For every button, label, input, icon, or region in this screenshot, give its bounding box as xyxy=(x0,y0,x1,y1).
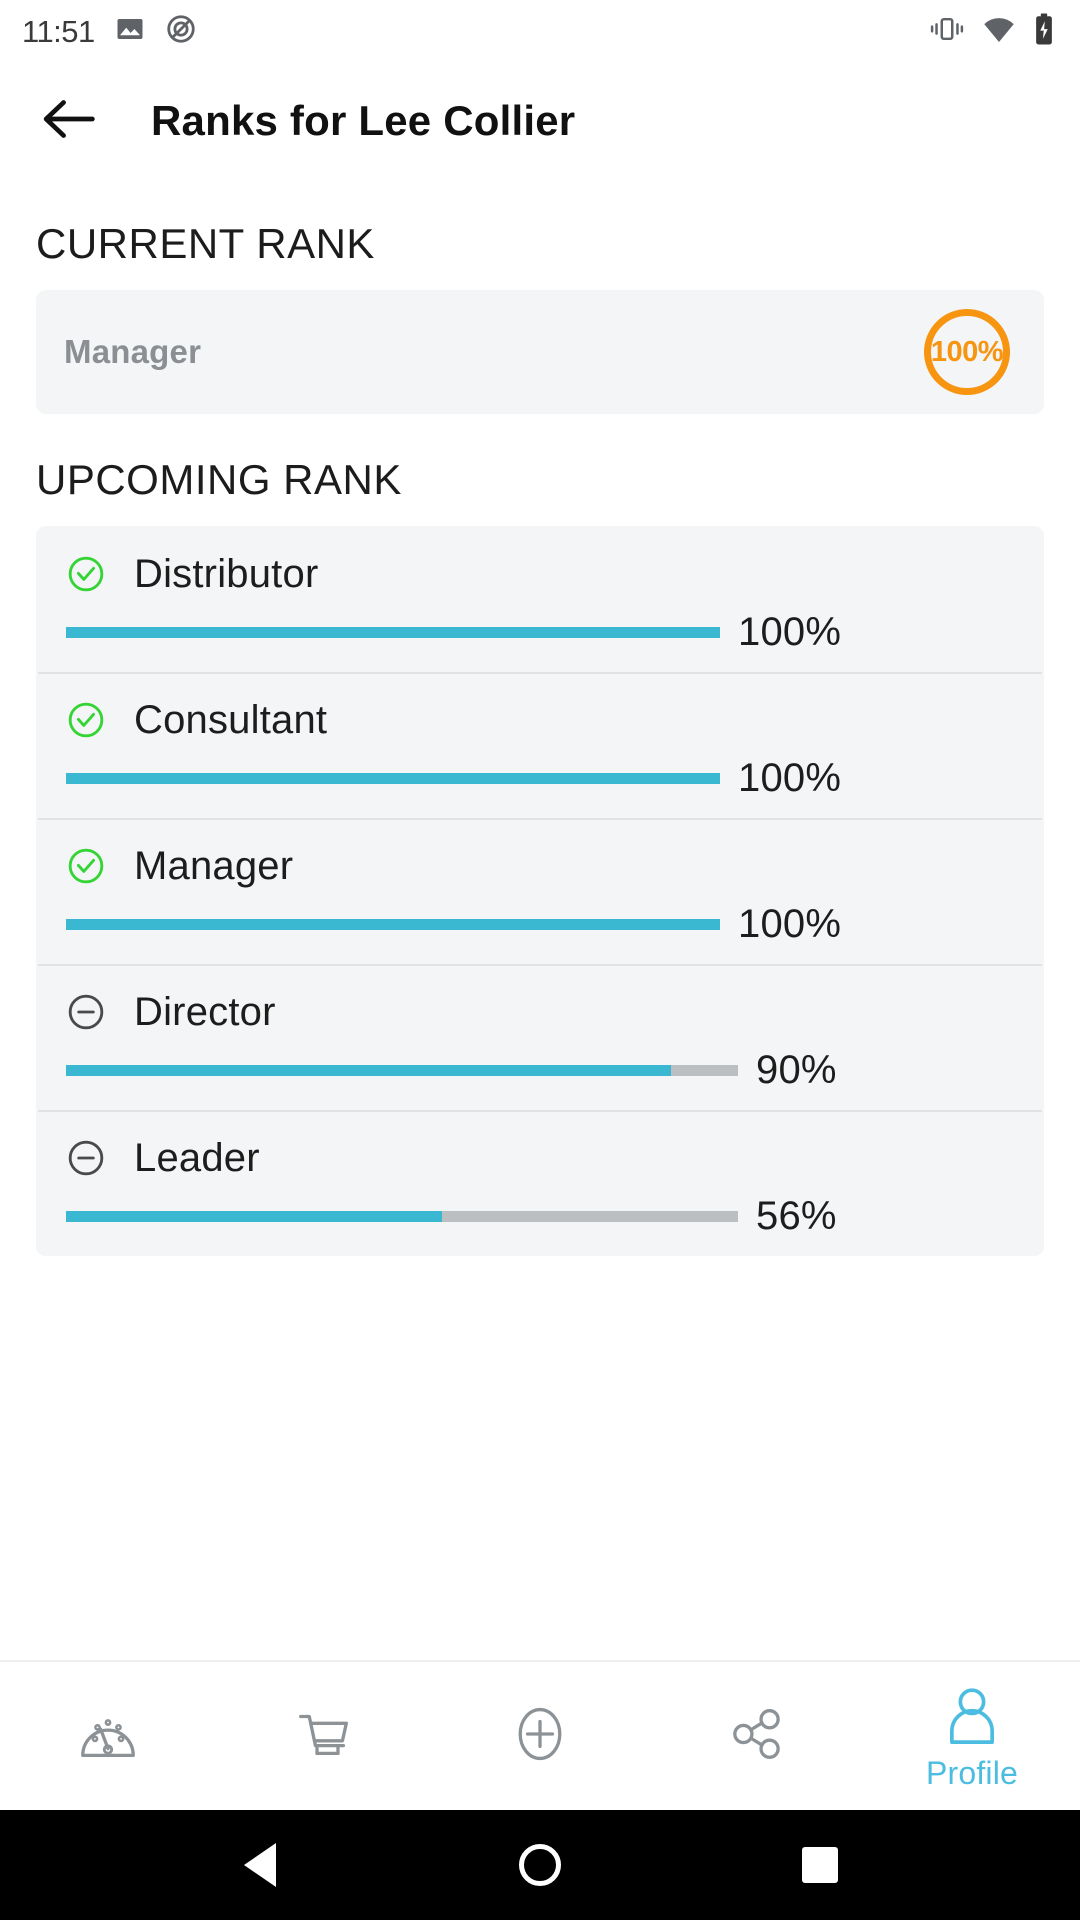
back-triangle-icon xyxy=(244,1843,276,1887)
current-rank-card[interactable]: Manager 100% xyxy=(36,290,1044,414)
progress-fill xyxy=(66,1064,671,1076)
back-button[interactable] xyxy=(38,90,100,152)
rank-row[interactable]: Consultant 100% xyxy=(38,672,1042,818)
current-rank-name: Manager xyxy=(64,333,202,370)
check-circle-icon xyxy=(66,700,106,740)
rank-row[interactable]: Director 90% xyxy=(38,964,1042,1110)
status-bar-left: 11:51 xyxy=(22,13,197,50)
rank-name: Distributor xyxy=(134,552,319,596)
rank-progress: 100% xyxy=(38,904,1042,944)
rank-percent-label: 100% xyxy=(738,756,842,800)
status-bar: 11:51 xyxy=(0,0,1080,62)
rank-row-header: Director xyxy=(38,990,1042,1034)
rank-name: Leader xyxy=(134,1136,260,1180)
rank-row-header: Consultant xyxy=(38,698,1042,742)
add-circle-icon xyxy=(507,1701,573,1772)
rank-progress: 90% xyxy=(38,1050,1042,1090)
rank-percent-label: 90% xyxy=(756,1048,837,1092)
rank-name: Manager xyxy=(134,844,294,888)
nav-item-share[interactable] xyxy=(648,1662,864,1810)
battery-charging-icon xyxy=(1034,13,1054,50)
progress-track xyxy=(66,626,720,638)
rank-row-header: Manager xyxy=(38,844,1042,888)
rank-row[interactable]: Manager 100% xyxy=(38,818,1042,964)
check-circle-icon xyxy=(66,846,106,886)
upcoming-rank-section-title: UPCOMING RANK xyxy=(36,456,402,503)
home-circle-icon xyxy=(519,1844,561,1886)
rank-row-header: Distributor xyxy=(38,552,1042,596)
progress-fill xyxy=(66,626,720,638)
rank-row[interactable]: Distributor 100% xyxy=(38,526,1042,672)
main-content: CURRENT RANK Manager 100% UPCOMING RANK xyxy=(0,180,1080,1660)
progress-track xyxy=(66,1210,738,1222)
nav-item-add[interactable] xyxy=(432,1662,648,1810)
wifi-icon xyxy=(982,14,1016,49)
rank-name: Consultant xyxy=(134,698,328,742)
progress-track xyxy=(66,1064,738,1076)
rank-percent-label: 100% xyxy=(738,902,842,946)
rank-name: Director xyxy=(134,990,276,1034)
current-rank-section-title: CURRENT RANK xyxy=(36,220,375,267)
bottom-navigation-bar: Profile xyxy=(0,1660,1080,1810)
no-sync-icon xyxy=(165,13,197,50)
android-system-nav xyxy=(0,1810,1080,1920)
rank-progress: 100% xyxy=(38,758,1042,798)
rank-row[interactable]: Leader 56% xyxy=(38,1110,1042,1256)
status-bar-right xyxy=(930,13,1054,50)
page-title: Ranks for Lee Collier xyxy=(151,97,576,144)
vibrate-icon xyxy=(930,14,964,49)
progress-fill xyxy=(66,772,720,784)
rank-progress: 56% xyxy=(38,1196,1042,1236)
rank-progress: 100% xyxy=(38,612,1042,652)
app-bar: Ranks for Lee Collier xyxy=(0,62,1080,180)
upcoming-rank-card: Distributor 100% Consultant 100% Manager… xyxy=(36,526,1044,1256)
system-recents-button[interactable] xyxy=(775,1820,865,1910)
nav-item-profile-label: Profile xyxy=(925,1754,1019,1791)
rank-percent-label: 56% xyxy=(756,1194,837,1238)
minus-circle-icon xyxy=(66,1138,106,1178)
image-icon xyxy=(115,14,145,49)
status-bar-clock: 11:51 xyxy=(22,13,95,49)
rank-row-header: Leader xyxy=(38,1136,1042,1180)
shopping-cart-icon xyxy=(291,1701,357,1772)
check-circle-icon xyxy=(66,554,106,594)
progress-fill xyxy=(66,918,720,930)
progress-track xyxy=(66,772,720,784)
progress-track xyxy=(66,918,720,930)
nav-item-dashboard[interactable] xyxy=(0,1662,216,1810)
system-home-button[interactable] xyxy=(495,1820,585,1910)
arrow-left-icon xyxy=(42,98,96,145)
rank-percent-label: 100% xyxy=(738,610,842,654)
nav-item-shop[interactable] xyxy=(216,1662,432,1810)
progress-fill xyxy=(66,1210,443,1222)
nav-item-profile[interactable]: Profile xyxy=(864,1662,1080,1810)
current-rank-percent: 100% xyxy=(930,335,1004,368)
phone-screen: 11:51 Ranks for Lee Collier CURRENT RANK… xyxy=(0,0,1080,1920)
dashboard-gauge-icon xyxy=(75,1701,141,1772)
system-back-button[interactable] xyxy=(215,1820,305,1910)
share-network-icon xyxy=(723,1701,789,1772)
profile-person-icon xyxy=(941,1684,1003,1751)
minus-circle-icon xyxy=(66,992,106,1032)
current-rank-progress-badge: 100% xyxy=(924,309,1010,395)
recents-square-icon xyxy=(802,1847,838,1883)
